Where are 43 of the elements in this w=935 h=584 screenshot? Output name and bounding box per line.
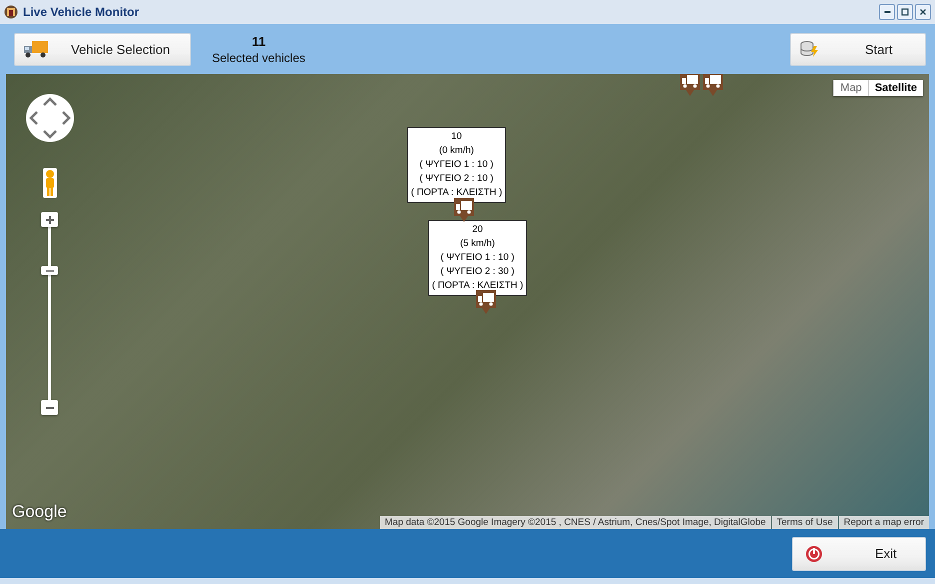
attribution-link[interactable]: Report a map error [838,516,929,529]
start-button[interactable]: Start [790,32,926,66]
zoom-slider-track[interactable] [48,275,51,400]
vehicle-selection-button[interactable]: Vehicle Selection [14,32,191,66]
selected-label: Selected vehicles [212,50,306,64]
map-type-button[interactable]: Satellite [868,80,923,96]
close-button[interactable] [915,4,931,20]
selected-count: 11 [252,34,266,48]
truck-icon [23,40,49,58]
plus-icon [44,214,56,226]
truck-marker-icon[interactable] [702,74,724,97]
map-type-button[interactable]: Map [833,80,868,96]
zoom-slider-track[interactable] [48,227,51,266]
zoom-in-button[interactable] [41,212,58,227]
zoom-slider-handle[interactable] [41,266,58,275]
maximize-icon [900,7,910,17]
info-line: 10 [450,130,463,144]
truck-marker-icon[interactable] [453,197,475,223]
info-line: 20 [471,223,484,237]
power-icon [805,544,823,562]
truck-marker-icon[interactable] [475,289,497,315]
minimize-icon [884,11,890,13]
info-line: (0 km/h) [438,144,475,158]
pan-control[interactable] [25,93,75,143]
maximize-button[interactable] [897,4,913,20]
minimize-button[interactable] [879,4,895,20]
info-line: ( ΠΟΡΤΑ : ΚΛΕΙΣΤΗ ) [411,186,502,200]
info-line: ( ΨΥΓΕΙΟ 1 : 10 ) [418,158,494,172]
truck-marker-icon[interactable] [679,74,701,97]
database-icon [799,40,819,58]
exit-button[interactable]: Exit [792,536,926,570]
info-line: ( ΨΥΓΕΙΟ 2 : 10 ) [418,172,494,186]
zoom-out-button[interactable] [41,400,58,415]
window-title: Live Vehicle Monitor [23,5,140,19]
info-line: ( ΨΥΓΕΙΟ 1 : 10 ) [440,251,516,265]
info-line: (5 km/h) [459,237,496,251]
info-line: ( ΨΥΓΕΙΟ 2 : 30 ) [440,265,516,279]
map-attribution: Map data ©2015 Google Imagery ©2015 , CNES / Astrium, Cnes/Spot Image, DigitalGlobe [380,516,771,529]
info-line: ( ΠΟΡΤΑ : ΚΛΕΙΣΤΗ ) [432,279,523,293]
attribution-link[interactable]: Terms of Use [772,516,838,529]
app-icon [4,5,18,19]
close-icon [918,7,928,17]
google-logo: Google [12,502,67,522]
